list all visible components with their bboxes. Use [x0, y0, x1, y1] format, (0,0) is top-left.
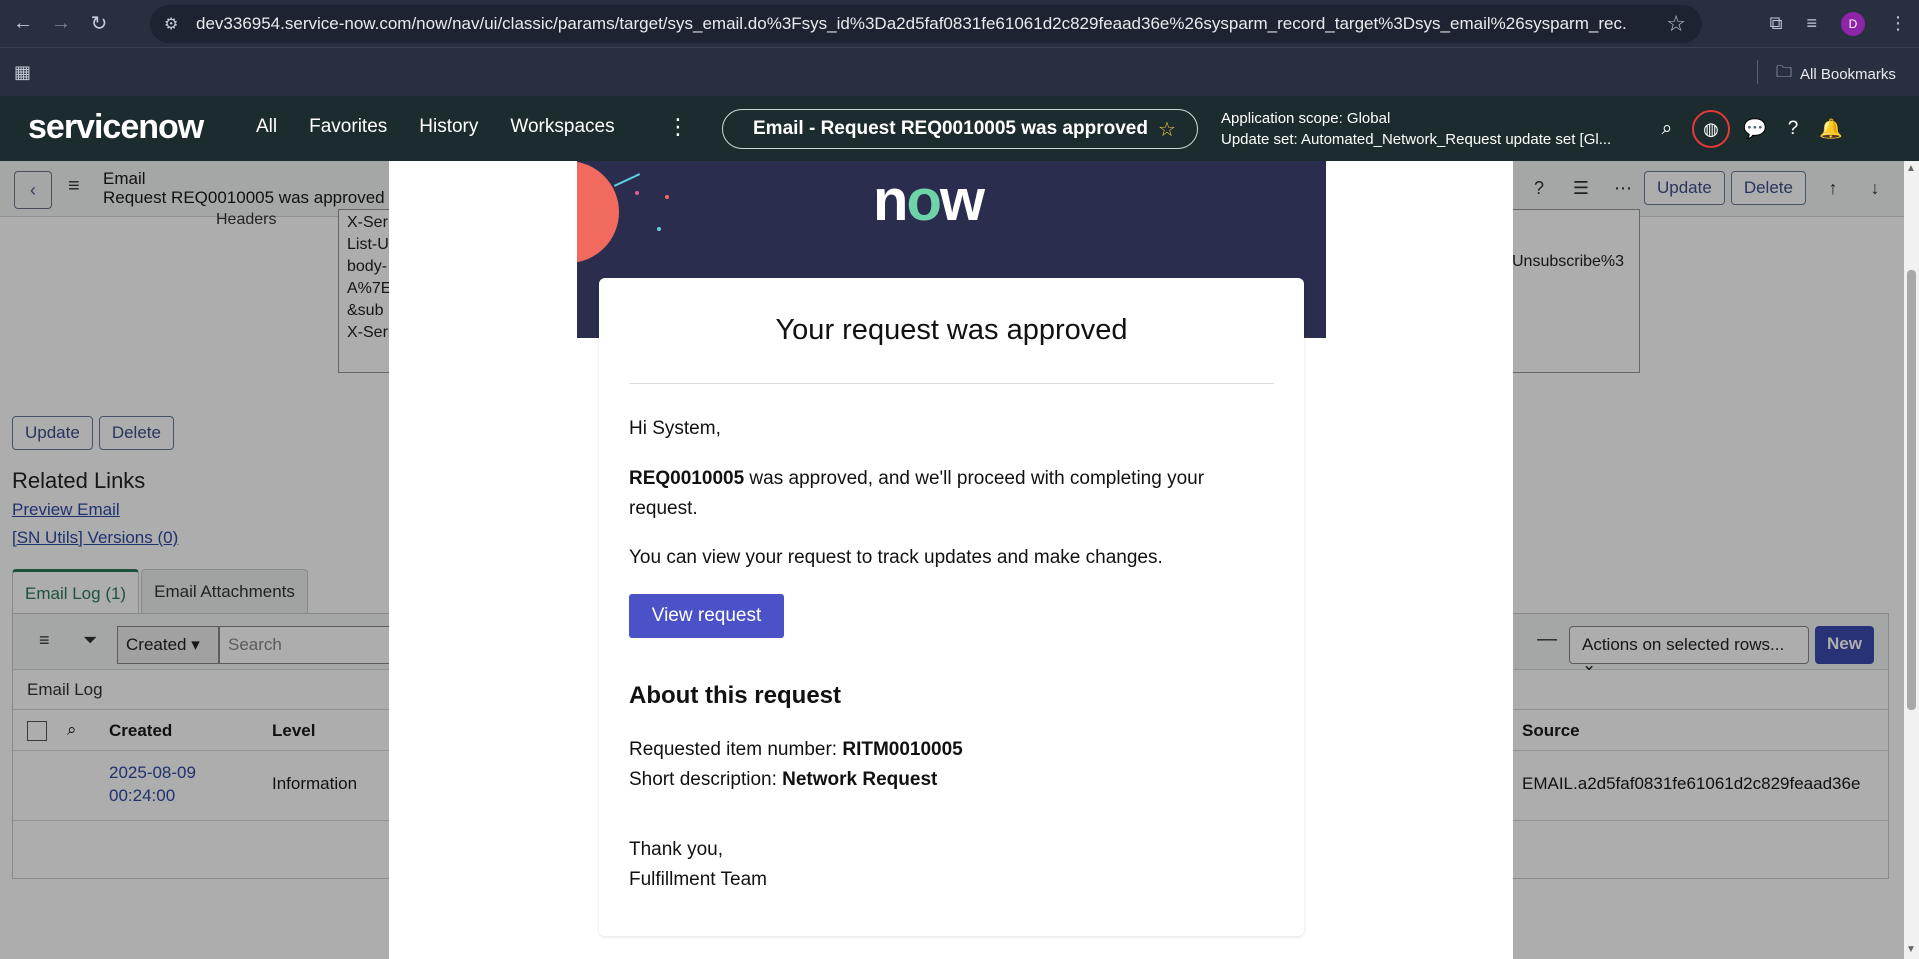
scope-info[interactable]: Application scope: Global Update set: Au… [1221, 108, 1611, 150]
site-info-icon[interactable]: ⚙ [164, 14, 178, 34]
banner-dot-icon [635, 191, 639, 195]
view-request-button[interactable]: View request [629, 594, 784, 638]
email-view-paragraph: You can view your request to track updat… [629, 547, 1163, 568]
extensions-icon[interactable]: ⧉ [1770, 13, 1783, 34]
scroll-up-icon[interactable]: ▲ [1906, 163, 1916, 174]
banner-dot-icon [665, 195, 669, 199]
globe-icon[interactable]: ◍ [1692, 110, 1730, 148]
nav-favorites[interactable]: Favorites [309, 116, 387, 138]
nav-all[interactable]: All [256, 116, 277, 138]
favorite-star-icon[interactable]: ☆ [1158, 117, 1176, 142]
update-set: Update set: Automated_Network_Request up… [1221, 131, 1612, 148]
header-icons: ⌕ ◍ 💬 ? 🔔 [1648, 110, 1850, 148]
media-icon[interactable]: ≡ [1806, 13, 1817, 34]
back-arrow-icon[interactable]: ← [8, 9, 38, 39]
short-description-value: Network Request [782, 769, 938, 790]
browser-menu-icon[interactable]: ⋮ [1889, 13, 1907, 34]
scrollbar-thumb[interactable] [1907, 270, 1916, 710]
about-request-heading: About this request [629, 682, 842, 709]
reload-icon[interactable]: ↻ [84, 9, 114, 39]
servicenow-header: servicenow All Favorites History Workspa… [0, 96, 1919, 161]
forward-arrow-icon[interactable]: → [46, 9, 76, 39]
browser-toolbar: ← → ↻ ⚙ dev336954.service-now.com/now/na… [0, 0, 1919, 47]
all-bookmarks-label: All Bookmarks [1800, 66, 1896, 83]
search-icon[interactable]: ⌕ [1648, 118, 1686, 140]
record-pill-text: Email - Request REQ0010005 was approved [753, 118, 1148, 139]
email-approved-paragraph: REQ0010005 was approved, and we'll proce… [629, 464, 1269, 524]
email-body-card: Your request was approved Hi System, REQ… [599, 278, 1304, 936]
chat-icon[interactable]: 💬 [1736, 117, 1774, 141]
bookmarks-bar: ▦ 🗀 All Bookmarks [0, 47, 1919, 96]
nav-history[interactable]: History [419, 116, 478, 138]
application-scope: Application scope: Global [1221, 110, 1391, 127]
apps-grid-icon[interactable]: ▦ [14, 62, 31, 83]
browser-actions: ⧉ ≡ D ⋮ [1758, 0, 1919, 47]
email-heading: Your request was approved [775, 314, 1128, 346]
banner-line-icon [613, 173, 641, 187]
address-bar[interactable]: ⚙ dev336954.service-now.com/now/nav/ui/c… [150, 5, 1702, 43]
now-logo: now [873, 168, 985, 233]
url-text: dev336954.service-now.com/now/nav/ui/cla… [196, 14, 1626, 33]
bookmark-star-icon[interactable]: ☆ [1666, 11, 1686, 37]
banner-dot-icon [657, 227, 661, 231]
folder-icon: 🗀 [1776, 64, 1793, 81]
record-title-pill[interactable]: Email - Request REQ0010005 was approved … [722, 109, 1198, 149]
nav-workspaces[interactable]: Workspaces [510, 116, 614, 138]
email-greeting: Hi System, [629, 418, 721, 439]
help-icon[interactable]: ? [1774, 118, 1812, 140]
all-bookmarks-button[interactable]: 🗀 All Bookmarks [1776, 61, 1896, 88]
servicenow-logo[interactable]: servicenow [28, 108, 204, 147]
notification-bell-icon[interactable]: 🔔 [1812, 117, 1850, 141]
profile-avatar[interactable]: D [1841, 11, 1865, 36]
requested-item-label: Requested item number: [629, 739, 843, 760]
banner-decoration-icon [577, 161, 619, 263]
request-number: REQ0010005 [629, 468, 745, 489]
bookmarks-divider [1757, 60, 1758, 84]
scroll-down-icon[interactable]: ▼ [1906, 944, 1916, 955]
closing-thanks: Thank you, [629, 839, 723, 860]
closing-team: Fulfillment Team [629, 869, 767, 890]
email-divider [629, 383, 1274, 384]
requested-item-line: Requested item number: RITM0010005 [629, 735, 1269, 765]
main-nav: All Favorites History Workspaces [256, 116, 647, 138]
requested-item-value: RITM0010005 [842, 739, 963, 760]
short-description-label: Short description: [629, 769, 783, 790]
short-description-line: Short description: Network Request [629, 765, 1269, 795]
more-menu-icon[interactable]: ⋮ [667, 114, 689, 140]
